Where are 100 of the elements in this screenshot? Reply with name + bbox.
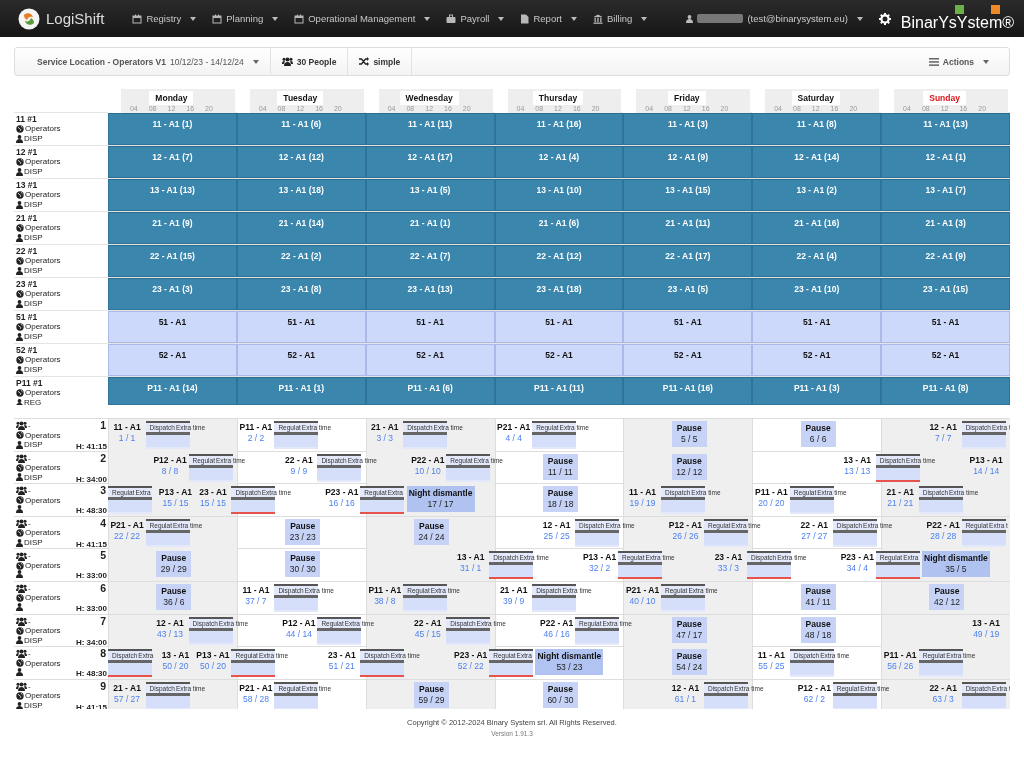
- pause-block[interactable]: Pause 59 / 29: [414, 681, 450, 708]
- shift-cell[interactable]: 13 - A1 (15): [623, 179, 753, 211]
- pause-block[interactable]: Pause 41 / 11: [800, 583, 836, 610]
- shift-code[interactable]: P23 - A1: [840, 552, 874, 564]
- nav-menu[interactable]: Billing: [585, 0, 656, 37]
- shift-code[interactable]: 22 - A1: [413, 617, 442, 629]
- nav-menu[interactable]: Operational Management: [286, 0, 439, 37]
- shift-code[interactable]: 12 - A1: [156, 617, 184, 629]
- shift-code[interactable]: 21 - A1: [113, 682, 141, 694]
- plan-selector[interactable]: Service Location - Operators V1 10/12/23 - 14/12/24: [15, 48, 271, 75]
- shift-code[interactable]: P21 - A1: [239, 682, 273, 694]
- shift-cell[interactable]: 21 - A1 (3): [881, 212, 1010, 244]
- shift-cell[interactable]: 22 - A1 (12): [494, 245, 624, 277]
- night-dismantle-block[interactable]: Night dismantle 35 / 5: [921, 551, 990, 578]
- shift-code[interactable]: 12 - A1: [929, 422, 957, 433]
- shift-code[interactable]: P12 - A1: [668, 519, 703, 531]
- shift-code[interactable]: P11 - A1: [368, 584, 402, 596]
- shift-cell[interactable]: 12 - A1 (14): [752, 146, 882, 178]
- shift-code[interactable]: 23 - A1: [199, 487, 227, 499]
- shift-cell[interactable]: 23 - A1 (3): [108, 278, 237, 310]
- user-menu[interactable]: (test@binarysystem.eu): [686, 13, 863, 24]
- shift-cell[interactable]: 21 - A1 (16): [752, 212, 882, 244]
- shift-cell[interactable]: 12 - A1 (1): [881, 146, 1010, 178]
- shift-cell[interactable]: 11 - A1 (11): [365, 113, 495, 145]
- shift-cell[interactable]: 23 - A1 (10): [752, 278, 882, 310]
- shift-code[interactable]: P23 - A1: [325, 487, 359, 499]
- pause-block[interactable]: Pause 60 / 30: [542, 681, 578, 708]
- shift-code[interactable]: P12 - A1: [282, 617, 316, 629]
- shift-cell[interactable]: 12 - A1 (9): [623, 146, 753, 178]
- shift-code[interactable]: P11 - A1: [754, 487, 788, 499]
- shift-cell[interactable]: 51 - A1: [365, 311, 495, 343]
- shift-cell[interactable]: P11 - A1 (1): [236, 377, 366, 405]
- shift-code[interactable]: 13 - A1: [456, 552, 485, 564]
- shift-cell[interactable]: 52 - A1: [494, 344, 624, 376]
- shift-cell[interactable]: P11 - A1 (11): [494, 377, 624, 405]
- shift-cell[interactable]: 21 - A1 (6): [494, 212, 624, 244]
- shift-code[interactable]: 11 - A1: [757, 650, 785, 662]
- shift-cell[interactable]: P11 - A1 (6): [365, 377, 495, 405]
- pause-block[interactable]: Pause 24 / 24: [414, 518, 450, 545]
- shift-cell[interactable]: 21 - A1 (1): [365, 212, 495, 244]
- shift-code[interactable]: P11 - A1: [883, 650, 917, 662]
- settings-icon[interactable]: [878, 12, 891, 25]
- shift-code[interactable]: 13 - A1: [843, 454, 872, 466]
- shift-cell[interactable]: 13 - A1 (10): [494, 179, 624, 211]
- people-button[interactable]: 30 People: [270, 48, 349, 75]
- pause-block[interactable]: Pause 23 / 23: [285, 518, 321, 545]
- shift-cell[interactable]: 23 - A1 (18): [494, 278, 624, 310]
- shift-cell[interactable]: 12 - A1 (17): [365, 146, 495, 178]
- shift-code[interactable]: 12 - A1: [542, 519, 571, 531]
- shift-code[interactable]: P13 - A1: [969, 454, 1003, 466]
- shift-code[interactable]: 21 - A1: [371, 422, 399, 433]
- shift-cell[interactable]: 22 - A1 (4): [752, 245, 882, 277]
- shift-cell[interactable]: 23 - A1 (15): [881, 278, 1010, 310]
- shift-cell[interactable]: P11 - A1 (3): [752, 377, 882, 405]
- shift-cell[interactable]: P11 - A1 (8): [881, 377, 1010, 405]
- shift-code[interactable]: P21 - A1: [110, 519, 144, 531]
- shift-code[interactable]: P13 - A1: [582, 552, 617, 564]
- shift-cell[interactable]: 11 - A1 (6): [236, 113, 366, 145]
- shift-cell[interactable]: 52 - A1: [365, 344, 495, 376]
- shift-cell[interactable]: 51 - A1: [108, 311, 237, 343]
- pause-block[interactable]: Pause 54 / 24: [671, 649, 707, 676]
- shift-cell[interactable]: 22 - A1 (15): [108, 245, 237, 277]
- shift-code[interactable]: 13 - A1: [972, 617, 1000, 629]
- shift-code[interactable]: P12 - A1: [797, 682, 831, 694]
- nav-menu[interactable]: Registry: [124, 0, 205, 37]
- shift-cell[interactable]: 52 - A1: [752, 344, 882, 376]
- shift-cell[interactable]: 51 - A1: [236, 311, 366, 343]
- actions-button[interactable]: Actions: [917, 48, 1009, 75]
- shift-code[interactable]: P13 - A1: [196, 650, 230, 662]
- shift-code[interactable]: 22 - A1: [929, 682, 957, 694]
- shift-cell[interactable]: 11 - A1 (3): [623, 113, 753, 145]
- shift-cell[interactable]: 12 - A1 (7): [108, 146, 237, 178]
- shift-code[interactable]: P13 - A1: [158, 487, 192, 499]
- shift-cell[interactable]: 13 - A1 (5): [365, 179, 495, 211]
- shift-cell[interactable]: 13 - A1 (7): [881, 179, 1010, 211]
- shift-cell[interactable]: 52 - A1: [623, 344, 753, 376]
- shift-code[interactable]: 11 - A1: [242, 584, 270, 596]
- pause-block[interactable]: Pause 5 / 5: [671, 421, 707, 447]
- pause-block[interactable]: Pause 36 / 6: [156, 583, 192, 610]
- shift-code[interactable]: 21 - A1: [886, 487, 914, 499]
- pause-block[interactable]: Pause 30 / 30: [285, 551, 321, 578]
- shift-cell[interactable]: 51 - A1: [494, 311, 624, 343]
- shift-cell[interactable]: 52 - A1: [108, 344, 237, 376]
- shift-cell[interactable]: 11 - A1 (8): [752, 113, 882, 145]
- nav-menu[interactable]: Payroll: [438, 0, 513, 37]
- night-dismantle-block[interactable]: Night dismantle 17 / 17: [406, 486, 475, 513]
- pause-block[interactable]: Pause 6 / 6: [800, 421, 836, 447]
- shift-cell[interactable]: 13 - A1 (13): [108, 179, 237, 211]
- shift-cell[interactable]: 11 - A1 (13): [881, 113, 1010, 145]
- shift-cell[interactable]: 12 - A1 (4): [494, 146, 624, 178]
- shift-code[interactable]: P23 - A1: [454, 650, 488, 662]
- pause-block[interactable]: Pause 18 / 18: [542, 486, 578, 513]
- shift-code[interactable]: 21 - A1: [499, 584, 528, 596]
- shift-cell[interactable]: 23 - A1 (5): [623, 278, 753, 310]
- shift-cell[interactable]: 22 - A1 (17): [623, 245, 753, 277]
- shift-cell[interactable]: 11 - A1 (16): [494, 113, 624, 145]
- shift-code[interactable]: P11 - A1: [239, 422, 273, 433]
- shift-cell[interactable]: 22 - A1 (7): [365, 245, 495, 277]
- shift-cell[interactable]: 52 - A1: [236, 344, 366, 376]
- shift-code[interactable]: 13 - A1: [161, 650, 190, 662]
